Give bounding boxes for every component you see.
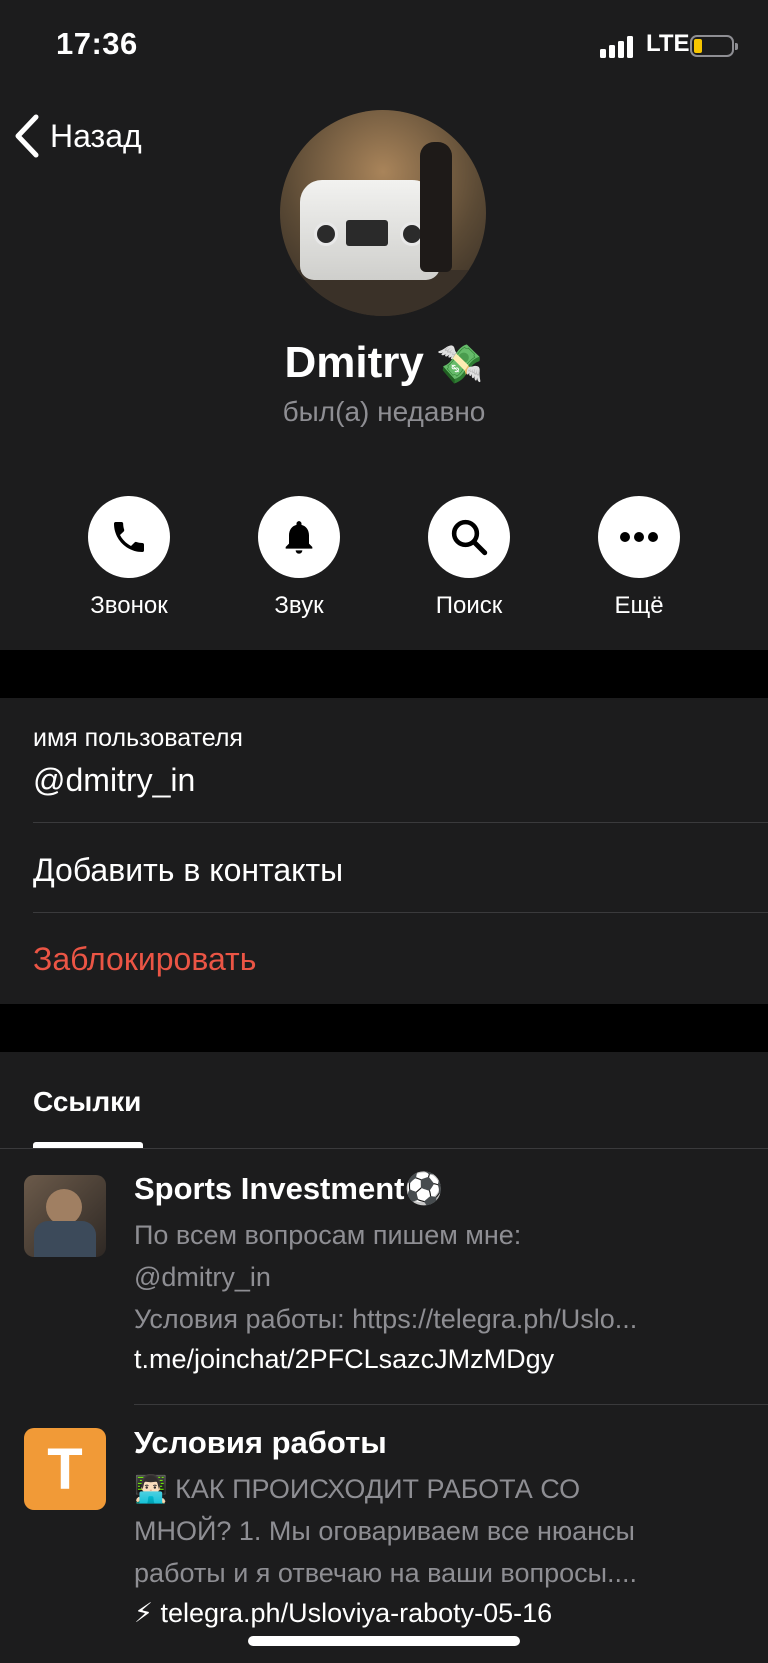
- link-url[interactable]: ⚡ telegra.ph/Usloviya-raboty-05-16: [134, 1598, 552, 1629]
- bell-icon: [285, 521, 313, 554]
- section-divider: [0, 1004, 768, 1052]
- search-icon: [451, 519, 488, 556]
- block-button[interactable]: Заблокировать: [33, 941, 256, 978]
- signal-icon: [600, 36, 640, 58]
- link-description: По всем вопросам пишем мне: @dmitry_in У…: [134, 1220, 638, 1334]
- search-button[interactable]: Поиск: [409, 496, 529, 620]
- lightning-icon: ⚡: [134, 1598, 153, 1628]
- more-button[interactable]: Ещё: [579, 496, 699, 620]
- profile-name: Dmitry 💸: [0, 338, 768, 388]
- phone-icon: [114, 522, 144, 552]
- link-url[interactable]: t.me/joinchat/2PFCLsazcJMzMDgy: [134, 1344, 554, 1375]
- chevron-left-icon: [15, 114, 39, 158]
- divider: [134, 1404, 768, 1405]
- mute-button[interactable]: Звук: [239, 496, 359, 620]
- username-value[interactable]: @dmitry_in: [33, 762, 195, 799]
- section-divider: [0, 650, 768, 698]
- search-label: Поиск: [435, 592, 503, 619]
- call-label: Звонок: [90, 592, 168, 619]
- link-thumbnail: [24, 1175, 106, 1257]
- link-thumbnail: T: [24, 1428, 106, 1510]
- status-time: 17:36: [56, 26, 138, 61]
- divider: [0, 1148, 768, 1149]
- more-icon: [620, 532, 658, 542]
- network-type: LTE: [646, 30, 690, 57]
- battery-icon: [690, 35, 738, 57]
- last-seen-status: был(а) недавно: [282, 396, 486, 427]
- link-description: 👨🏻‍💻 КАК ПРОИСХОДИТ РАБОТА СО МНОЙ? 1. М…: [134, 1474, 638, 1588]
- call-button[interactable]: Звонок: [69, 496, 189, 620]
- sound-label: Звук: [274, 592, 324, 619]
- home-indicator[interactable]: [248, 1636, 520, 1646]
- divider: [33, 912, 768, 913]
- divider: [33, 822, 768, 823]
- link-title: Условия работы: [134, 1425, 387, 1460]
- profile-name-text: Dmitry: [284, 338, 424, 387]
- back-label: Назад: [50, 117, 142, 154]
- money-wings-icon: 💸: [436, 344, 484, 387]
- link-title: Sports Investment⚽: [134, 1171, 444, 1206]
- more-label: Ещё: [614, 592, 664, 619]
- add-contact-button[interactable]: Добавить в контакты: [33, 852, 343, 889]
- back-button[interactable]: Назад: [14, 108, 142, 164]
- tab-links[interactable]: Ссылки: [33, 1086, 141, 1118]
- avatar[interactable]: [280, 110, 486, 316]
- username-label: имя пользователя: [33, 724, 243, 752]
- telegraph-logo: T: [47, 1436, 83, 1502]
